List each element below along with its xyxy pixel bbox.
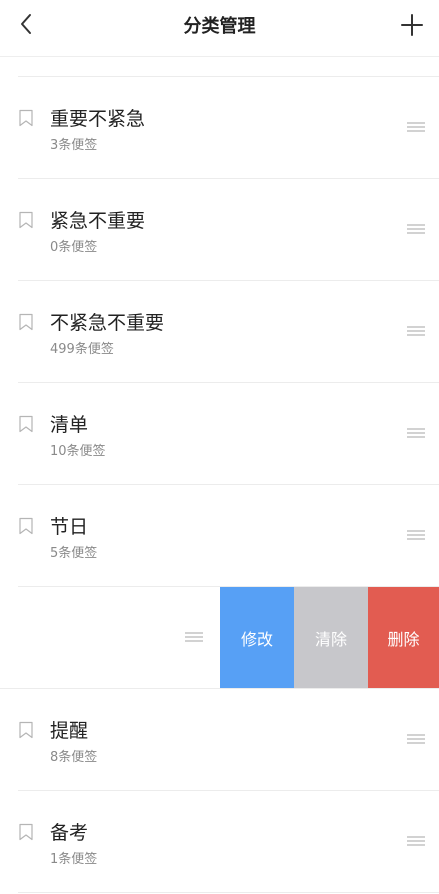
- category-name: 清单: [50, 414, 89, 436]
- category-note-count: 499条便签: [50, 342, 114, 357]
- bookmark-icon: [19, 415, 33, 433]
- category-note-count: 3条便签: [50, 138, 98, 153]
- plus-icon: [401, 14, 423, 36]
- bookmark-icon: [19, 211, 33, 229]
- category-name: 不紧急不重要: [50, 312, 165, 334]
- category-row-swiped[interactable]: 修改 清除 删除: [0, 587, 439, 689]
- header-bar: 分类管理: [0, 0, 439, 52]
- clear-category-button[interactable]: 清除: [294, 587, 368, 688]
- header-divider: [0, 56, 439, 57]
- category-row[interactable]: 提醒 8条便签: [18, 689, 439, 791]
- page-title: 分类管理: [183, 16, 256, 37]
- drag-handle-icon[interactable]: [407, 223, 425, 235]
- bookmark-icon: [19, 313, 33, 331]
- category-note-count: 1条便签: [50, 852, 98, 867]
- drag-handle-icon[interactable]: [407, 835, 425, 847]
- bookmark-icon: [19, 721, 33, 739]
- category-row[interactable]: 节日 5条便签: [18, 485, 439, 587]
- bookmark-icon: [19, 109, 33, 127]
- category-note-count: 5条便签: [50, 546, 98, 561]
- drag-handle-icon[interactable]: [407, 325, 425, 337]
- category-row[interactable]: 备考 1条便签: [18, 791, 439, 893]
- add-category-button[interactable]: [397, 10, 427, 40]
- category-note-count: 8条便签: [50, 750, 98, 765]
- drag-handle-icon[interactable]: [185, 631, 203, 643]
- category-name: 重要不紧急: [50, 108, 146, 130]
- drag-handle-icon[interactable]: [407, 121, 425, 133]
- category-name: 紧急不重要: [50, 210, 146, 232]
- drag-handle-icon[interactable]: [407, 529, 425, 541]
- edit-category-button[interactable]: 修改: [220, 587, 294, 688]
- category-note-count: 0条便签: [50, 240, 98, 255]
- category-row[interactable]: 清单 10条便签: [18, 383, 439, 485]
- category-name: 提醒: [50, 720, 89, 742]
- category-note-count: 10条便签: [50, 444, 106, 459]
- category-list: 重要不紧急 3条便签 紧急不重要 0条便签 不紧急不重要 499条便签 清单 1…: [0, 77, 439, 893]
- drag-handle-icon[interactable]: [407, 733, 425, 745]
- delete-category-button[interactable]: 删除: [368, 587, 439, 688]
- bookmark-icon: [19, 823, 33, 841]
- bookmark-icon: [19, 517, 33, 535]
- category-row[interactable]: 重要不紧急 3条便签: [18, 77, 439, 179]
- category-name: 节日: [50, 516, 89, 538]
- category-row[interactable]: 不紧急不重要 499条便签: [18, 281, 439, 383]
- category-row[interactable]: 紧急不重要 0条便签: [18, 179, 439, 281]
- swipe-actions: 修改 清除 删除: [220, 587, 439, 688]
- category-name: 备考: [50, 822, 89, 844]
- drag-handle-icon[interactable]: [407, 427, 425, 439]
